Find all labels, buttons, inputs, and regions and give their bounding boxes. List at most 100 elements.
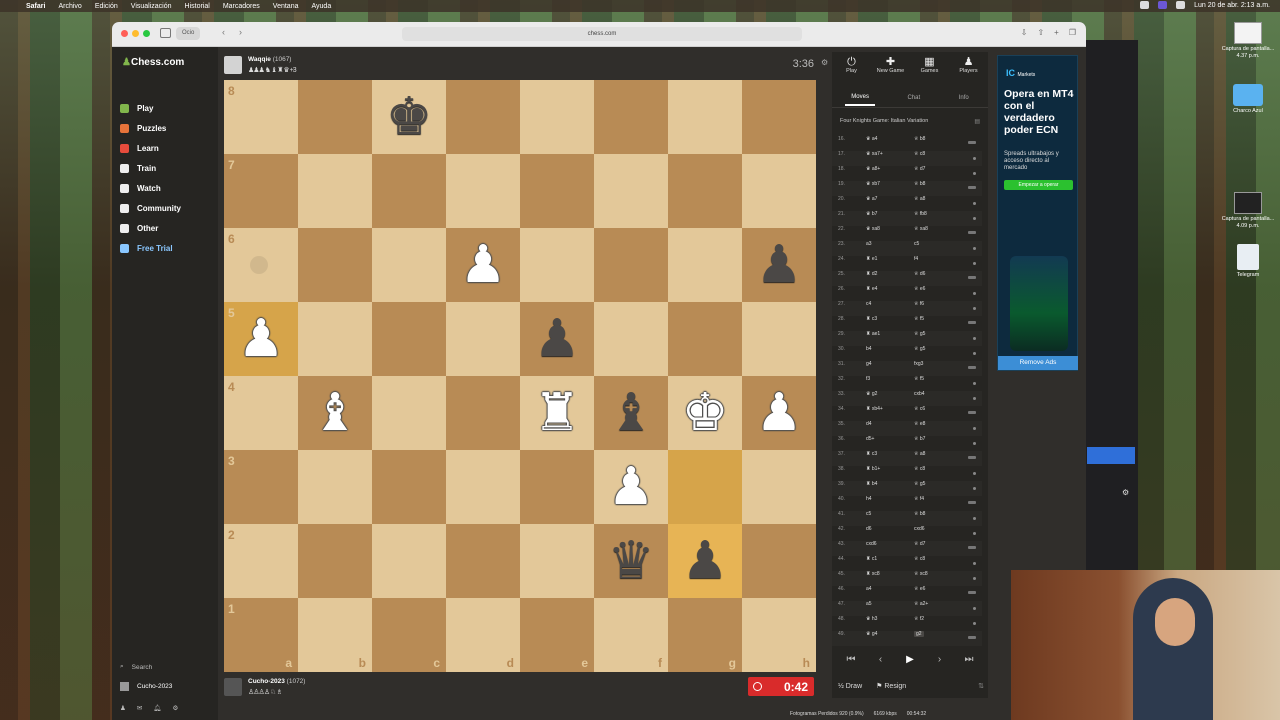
square-e8[interactable] [520, 80, 594, 154]
sidebar-item-free-trial[interactable]: Free Trial [120, 244, 173, 253]
status-icon[interactable] [1140, 1, 1150, 9]
square-e3[interactable] [520, 450, 594, 524]
play-moves-icon[interactable]: ▶ [899, 652, 921, 668]
tab-moves[interactable]: Moves [845, 90, 875, 106]
friends-icon[interactable]: ♟ [120, 704, 126, 712]
square-c2[interactable] [372, 524, 446, 598]
book-icon[interactable]: ▤ [974, 118, 980, 125]
piece-e4[interactable]: ♜ [520, 376, 594, 450]
black-move[interactable]: ♕ d7 [914, 166, 925, 172]
white-move[interactable]: ♛ xa7+ [866, 151, 883, 157]
square-d7[interactable] [446, 154, 520, 228]
flip-board-icon[interactable]: ⇅ [978, 682, 984, 690]
white-move[interactable]: d5+ [866, 436, 874, 442]
white-move[interactable]: h4 [866, 496, 872, 502]
white-move[interactable]: ♛ a8+ [866, 166, 880, 172]
first-move-icon[interactable]: ⏮ [840, 652, 862, 668]
square-b1[interactable]: b [298, 598, 372, 672]
chess-board[interactable]: 8 7 6 5 4 3 2 1 a b c d e f g h ♚ ♟ ♟ ♟ ♟ ♝ ♜ ♝ ♚ ♟ ♟ ♛ ♟ [224, 80, 816, 672]
square-d1[interactable]: d [446, 598, 520, 672]
white-move[interactable]: ♜ c1 [866, 556, 877, 562]
menu-marcadores[interactable]: Marcadores [223, 3, 260, 10]
black-move[interactable]: ♕ a8 [914, 451, 925, 457]
black-move[interactable]: ♕ e6 [914, 286, 925, 292]
black-move[interactable]: ♕ e6 [914, 586, 925, 592]
square-e6[interactable] [520, 228, 594, 302]
square-c3[interactable] [372, 450, 446, 524]
white-move[interactable]: cxd6 [866, 541, 877, 547]
black-move[interactable]: ♕ xc8 [914, 571, 928, 577]
white-move[interactable]: a3 [866, 241, 872, 247]
square-g3[interactable] [668, 450, 742, 524]
piece-f3[interactable]: ♟ [594, 450, 668, 524]
square-a2[interactable]: 2 [224, 524, 298, 598]
square-g8[interactable] [668, 80, 742, 154]
board-settings-icon[interactable]: ⚙ [821, 58, 828, 67]
control-center-icon[interactable] [1176, 1, 1186, 9]
black-move[interactable]: ♕ c8 [914, 556, 925, 562]
black-move[interactable]: ♕ b8 [914, 181, 925, 187]
piece-a5[interactable]: ♟ [224, 302, 298, 376]
piece-h4[interactable]: ♟ [742, 376, 816, 450]
advertisement[interactable]: IC Markets Opera en MT4 con el verdadero… [997, 55, 1078, 371]
sidebar-toggle-icon[interactable] [160, 28, 171, 38]
square-d5[interactable] [446, 302, 520, 376]
avatar[interactable] [224, 678, 242, 696]
share-icon[interactable]: ⇧ [1037, 28, 1044, 37]
new-tab-icon[interactable]: + [1054, 28, 1059, 37]
white-move[interactable]: ♛ b7 [866, 211, 877, 217]
piece-g2[interactable]: ♟ [668, 524, 742, 598]
next-move-icon[interactable]: › [929, 652, 951, 668]
avatar[interactable] [224, 56, 242, 74]
opening-name[interactable]: Four Knights Game: Italian Variation [840, 118, 928, 124]
white-move[interactable]: ♜ b1+ [866, 466, 880, 472]
screen-record-icon[interactable] [1158, 1, 1168, 9]
black-move[interactable]: ♕ g5 [914, 481, 925, 487]
square-f8[interactable] [594, 80, 668, 154]
square-b3[interactable] [298, 450, 372, 524]
square-d4[interactable] [446, 376, 520, 450]
white-move[interactable]: d4 [866, 421, 872, 427]
white-move[interactable]: ♛ g4 [866, 631, 877, 637]
obs-scene-selected[interactable] [1087, 447, 1135, 464]
sidebar-search[interactable]: ⌕ Search [120, 663, 152, 671]
square-h3[interactable] [742, 450, 816, 524]
tab-games[interactable]: ▦ Games [911, 56, 949, 74]
address-bar[interactable]: chess.com [402, 27, 802, 41]
mail-icon[interactable]: ✉ [137, 704, 142, 712]
black-move[interactable]: c5 [914, 241, 919, 247]
square-g5[interactable] [668, 302, 742, 376]
square-b6[interactable] [298, 228, 372, 302]
square-h7[interactable] [742, 154, 816, 228]
square-f7[interactable] [594, 154, 668, 228]
desktop-icon-telegram[interactable]: Telegram [1220, 244, 1276, 279]
settings-icon[interactable]: ⚙ [173, 704, 179, 712]
tab-players[interactable]: ♟ Players [950, 56, 988, 74]
square-b5[interactable] [298, 302, 372, 376]
square-c4[interactable] [372, 376, 446, 450]
tab-play[interactable]: ⏻ Play [833, 56, 871, 74]
white-move[interactable]: c5 [866, 511, 871, 517]
close-window-button[interactable] [121, 30, 128, 37]
gear-icon[interactable]: ⚙ [1122, 488, 1129, 497]
white-move[interactable]: g4 [866, 361, 872, 367]
white-move[interactable]: f3 [866, 376, 870, 382]
white-move[interactable]: ♛ xa8 [866, 226, 880, 232]
white-move[interactable]: ♛ a7 [866, 196, 877, 202]
square-h8[interactable] [742, 80, 816, 154]
square-d8[interactable] [446, 80, 520, 154]
white-move[interactable]: ♜ xc8 [866, 571, 880, 577]
sidebar-item-watch[interactable]: Watch [120, 184, 161, 193]
desktop-icon-screenshot-2[interactable]: Captura de pantalla... 4.09 p.m. [1220, 192, 1276, 229]
black-move[interactable]: ♕ c8 [914, 466, 925, 472]
black-move[interactable]: ♕ f2 [914, 616, 924, 622]
ad-cta-button[interactable]: Empezar a operar [1004, 180, 1073, 190]
chesscom-logo[interactable]: ♟Chess.com [122, 57, 184, 68]
sidebar-item-puzzles[interactable]: Puzzles [120, 124, 166, 133]
white-move[interactable]: ♜ ae1 [866, 331, 880, 337]
black-move[interactable]: ♕ fb8 [914, 211, 927, 217]
sidebar-item-other[interactable]: Other [120, 224, 158, 233]
white-move[interactable]: a5 [866, 601, 872, 607]
piece-c8[interactable]: ♚ [372, 80, 446, 154]
square-e1[interactable]: e [520, 598, 594, 672]
